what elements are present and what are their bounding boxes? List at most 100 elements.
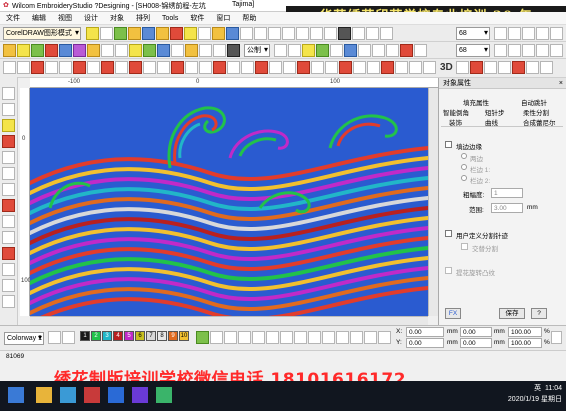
color-tool-5-icon[interactable] (266, 331, 279, 344)
show-outlines-icon[interactable] (372, 44, 385, 57)
vertical-scrollbar[interactable] (428, 88, 438, 316)
menu-object[interactable]: 对象 (104, 12, 130, 24)
stitch-type-36-icon[interactable] (512, 61, 525, 74)
distribute-icon[interactable] (213, 44, 226, 57)
color-swatch[interactable]: 6 (135, 331, 145, 341)
stitch-type-19-icon[interactable] (255, 61, 268, 74)
menu-arrange[interactable]: 排列 (130, 12, 156, 24)
knife-tool-icon[interactable] (2, 119, 15, 132)
cut-icon[interactable] (254, 27, 267, 40)
arrow-tool-icon[interactable] (2, 87, 15, 100)
edge-checkbox[interactable] (445, 141, 452, 148)
text-tool-icon[interactable] (2, 167, 15, 180)
wechat-icon[interactable] (156, 387, 172, 403)
menu-help[interactable]: 帮助 (236, 12, 262, 24)
lettering-icon[interactable] (184, 27, 197, 40)
rect-tool-icon[interactable] (2, 151, 15, 164)
undo-icon[interactable] (268, 27, 281, 40)
color-tool-1-icon[interactable] (210, 331, 223, 344)
run-icon[interactable] (156, 27, 169, 40)
digitize-icon[interactable] (129, 44, 142, 57)
circle-tool-icon[interactable] (2, 135, 15, 148)
show-needle-icon[interactable] (386, 44, 399, 57)
radio-both-sides[interactable] (461, 153, 467, 159)
stitch-type-12-icon[interactable] (157, 61, 170, 74)
input-language[interactable]: 英 (534, 385, 541, 392)
measure-icon[interactable] (550, 27, 563, 40)
zoom-out-icon[interactable] (508, 27, 521, 40)
color-blend-icon[interactable] (185, 44, 198, 57)
spiral-tool-icon[interactable] (2, 231, 15, 244)
pan-icon[interactable] (536, 27, 549, 40)
y-input[interactable]: 0.00 (406, 338, 444, 348)
zoom-1to1-icon[interactable] (522, 44, 535, 57)
color-tool-7-icon[interactable] (294, 331, 307, 344)
zoom-box-icon[interactable] (494, 44, 507, 57)
tab-auto-jump[interactable]: 自动跳针 (521, 97, 547, 107)
hoop-icon[interactable] (324, 27, 337, 40)
file-explorer-icon[interactable] (36, 387, 52, 403)
user-split-checkbox[interactable] (445, 230, 452, 237)
redo-icon[interactable] (282, 27, 295, 40)
colorway-next-icon[interactable] (62, 331, 75, 344)
stitch-type-4-icon[interactable] (45, 61, 58, 74)
menu-tools[interactable]: Tools (156, 14, 184, 23)
applique-icon[interactable] (73, 44, 86, 57)
colorway-prev-icon[interactable] (48, 331, 61, 344)
color-tool-10-icon[interactable] (336, 331, 349, 344)
stitch-type-27-icon[interactable] (367, 61, 380, 74)
menu-view[interactable]: 视图 (52, 12, 78, 24)
stitch-type-13-icon[interactable] (171, 61, 184, 74)
pan-tool-icon[interactable] (2, 279, 15, 292)
color-tool-6-icon[interactable] (280, 331, 293, 344)
fx-button[interactable]: FX (445, 308, 461, 319)
stitch-type-22-icon[interactable] (297, 61, 310, 74)
stitch-type-20-icon[interactable] (269, 61, 282, 74)
tab-short-stitch[interactable]: 短针步 (485, 107, 505, 117)
alternate-checkbox[interactable] (461, 243, 468, 250)
fit-icon[interactable] (522, 27, 535, 40)
zoom-in-icon[interactable] (494, 27, 507, 40)
close-icon[interactable]: × (559, 78, 563, 89)
print-preview-icon[interactable] (366, 27, 379, 40)
rotate-icon[interactable] (288, 44, 301, 57)
stitch-type-23-icon[interactable] (311, 61, 324, 74)
stitch-type-18-icon[interactable] (241, 61, 254, 74)
stop-icon[interactable] (170, 27, 183, 40)
settings-icon[interactable] (380, 27, 393, 40)
turning-icon[interactable] (157, 44, 170, 57)
stitch-type-14-icon[interactable] (185, 61, 198, 74)
menu-design[interactable]: 设计 (78, 12, 104, 24)
node-tool-icon[interactable] (2, 183, 15, 196)
stitch-type-34-icon[interactable] (484, 61, 497, 74)
menu-file[interactable]: 文件 (0, 12, 26, 24)
color-swatch[interactable]: 1 (80, 331, 90, 341)
color-tool-3-icon[interactable] (238, 331, 251, 344)
break-icon[interactable] (45, 44, 58, 57)
stitch-type-10-icon[interactable] (129, 61, 142, 74)
height-input[interactable]: 0.00 (460, 338, 492, 348)
show-ruler-icon[interactable] (414, 44, 427, 57)
color-tool-9-icon[interactable] (322, 331, 335, 344)
print-icon[interactable] (240, 27, 253, 40)
color-swatch[interactable]: 5 (124, 331, 134, 341)
app-icon[interactable] (132, 387, 148, 403)
select-icon[interactable] (100, 27, 113, 40)
color-tool-8-icon[interactable] (308, 331, 321, 344)
clock-date[interactable]: 2020/1/19 星期日 (508, 396, 562, 403)
help-button[interactable]: ? (531, 308, 547, 319)
zoom-prev-icon[interactable] (536, 44, 549, 57)
color-swatch[interactable]: 8 (157, 331, 167, 341)
new-icon[interactable] (198, 27, 211, 40)
stitch-type-17-icon[interactable] (227, 61, 240, 74)
flip-icon[interactable] (302, 44, 315, 57)
stitch-type-21-icon[interactable] (283, 61, 296, 74)
tab-fill-props[interactable]: 填充属性 (463, 97, 489, 107)
photoshop-icon[interactable] (108, 387, 124, 403)
outline-icon[interactable] (101, 44, 114, 57)
zoom-select-2[interactable]: 68 (456, 44, 490, 57)
radio-side-2[interactable] (461, 175, 467, 181)
color-swatch[interactable]: 10 (179, 331, 189, 341)
open-icon[interactable] (212, 27, 225, 40)
object-icon[interactable] (3, 44, 16, 57)
